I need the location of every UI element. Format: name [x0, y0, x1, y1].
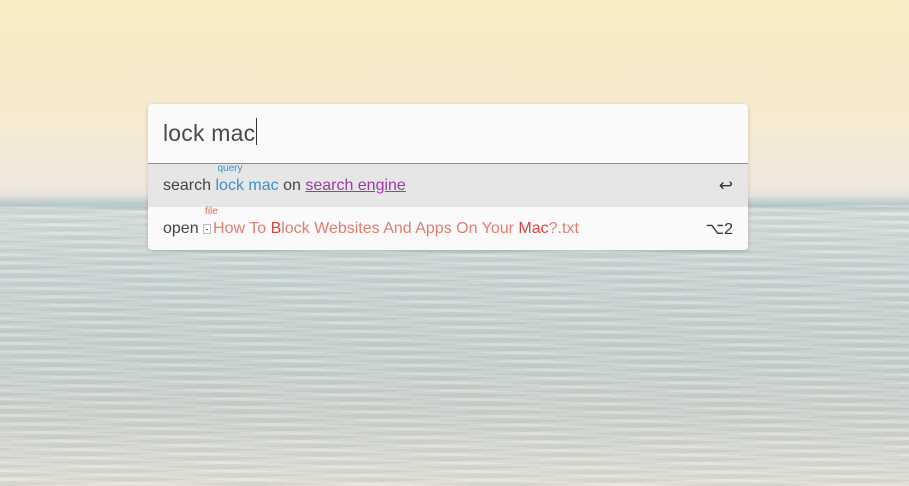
result-connector: on: [283, 176, 301, 194]
enter-key-icon: ↩: [718, 175, 733, 195]
file-tag-label: file: [205, 205, 218, 217]
query-term: lock mac: [215, 176, 279, 194]
file-token: file How To Block Websites And Apps On Y…: [203, 206, 579, 238]
file-name: How To Block Websites And Apps On Your M…: [213, 219, 579, 237]
result-row-open-file[interactable]: open file How To Block Websites And Apps…: [148, 206, 748, 250]
shortcut-hint: ⌥2: [705, 220, 733, 238]
launcher-window: lock mac search query lock mac on search…: [148, 104, 748, 250]
result-action-label: search: [163, 176, 212, 194]
result-row-search[interactable]: search query lock mac on search engine ↩: [148, 163, 748, 207]
query-token: query lock mac: [215, 163, 279, 195]
result-action-label: open: [163, 219, 199, 237]
text-caret: [256, 118, 258, 145]
search-engine-link[interactable]: search engine: [305, 177, 406, 195]
file-icon: [203, 223, 212, 234]
search-input[interactable]: lock mac: [148, 104, 748, 164]
query-tag-label: query: [217, 162, 243, 174]
query-text[interactable]: lock mac: [163, 120, 255, 147]
